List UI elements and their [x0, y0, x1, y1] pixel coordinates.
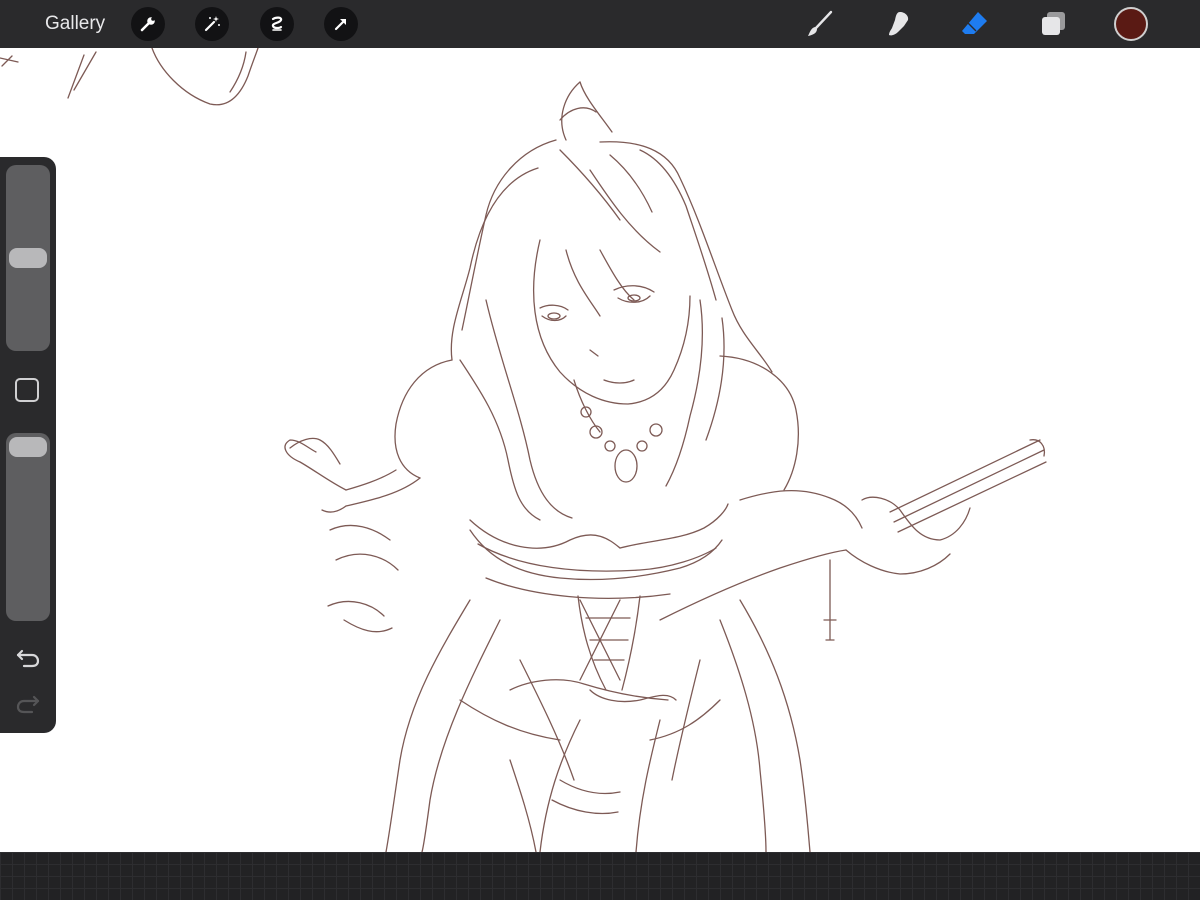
brush-size-slider[interactable]: [6, 165, 50, 351]
drawing-canvas[interactable]: [0, 48, 1200, 852]
transform-arrow-icon: [334, 19, 346, 31]
bottom-grid-bar: [0, 852, 1200, 900]
transform-button[interactable]: [324, 7, 358, 41]
left-sidebar: [0, 157, 56, 733]
magic-wand-icon: [204, 16, 220, 32]
wrench-icon: [140, 17, 155, 32]
color-picker-button[interactable]: [1114, 7, 1148, 41]
undo-icon[interactable]: [14, 643, 42, 671]
gallery-button[interactable]: Gallery: [45, 12, 105, 36]
layers-icon: [1042, 12, 1065, 35]
selection-button[interactable]: [260, 7, 294, 41]
selection-icon: [271, 16, 283, 31]
smudge-icon: [889, 12, 909, 36]
sketch-artwork: [0, 48, 1047, 852]
brush-tool-button[interactable]: [802, 6, 838, 42]
opacity-slider[interactable]: [6, 433, 50, 621]
opacity-thumb[interactable]: [9, 437, 47, 457]
eraser-icon: [962, 12, 987, 34]
layers-button[interactable]: [1035, 6, 1071, 42]
adjustments-button[interactable]: [195, 7, 229, 41]
redo-icon[interactable]: [14, 689, 42, 717]
top-toolbar: Gallery: [0, 0, 1200, 48]
smudge-tool-button[interactable]: [880, 6, 916, 42]
eraser-tool-button[interactable]: [957, 6, 993, 42]
modify-square-icon[interactable]: [15, 378, 39, 402]
brush-icon: [808, 10, 833, 36]
brush-size-thumb[interactable]: [9, 248, 47, 268]
actions-button[interactable]: [131, 7, 165, 41]
